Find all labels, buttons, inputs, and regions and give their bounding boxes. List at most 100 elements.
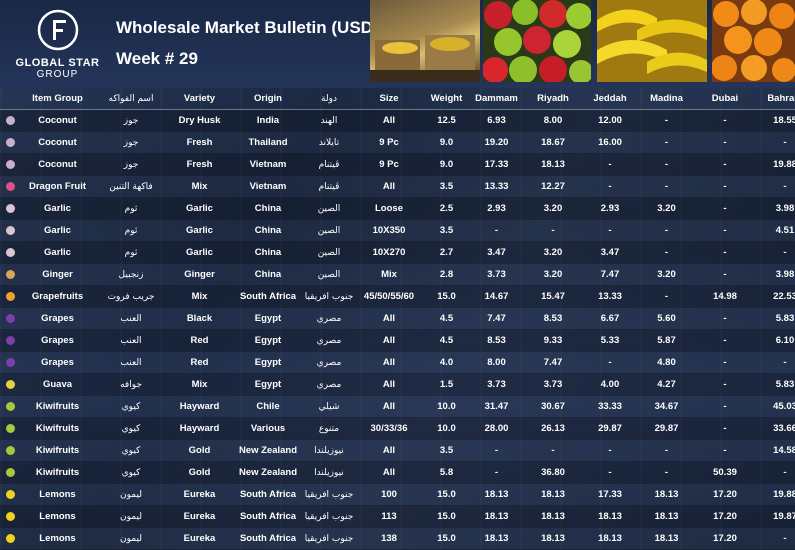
fruit-name-ar: كيوي (95, 439, 167, 462)
header-bahrain: Bahrain (755, 88, 795, 110)
item-group: Lemons (20, 483, 95, 506)
price-dubai: - (695, 417, 755, 440)
size: All (354, 329, 424, 352)
country-ar: جنوب افريقيا (304, 527, 354, 550)
table-row: Lemons ليمون Eureka South Africa جنوب افريقي… (0, 483, 795, 506)
price-madina: - (638, 439, 695, 462)
weight: 9.0 (424, 153, 469, 176)
size: 10X270 (354, 241, 424, 264)
grapes-icon (5, 335, 15, 345)
weight: 3.5 (424, 219, 469, 242)
origin: South Africa (232, 285, 304, 308)
price-jeddah: - (582, 219, 638, 242)
logo-line2: GROUP (36, 69, 79, 80)
price-madina: - (638, 131, 695, 154)
fruit-name-ar: فاكهة التنين (95, 175, 167, 198)
fruit-name-ar: ثوم (95, 241, 167, 264)
kiwi-icon (5, 445, 15, 455)
price-riyadh: 26.13 (524, 417, 582, 440)
item-group: Dragon Fruit (20, 175, 95, 198)
country-ar: مصري (304, 373, 354, 396)
price-dubai: - (695, 109, 755, 132)
table-row: Kiwifruits كيوي Gold New Zealand نيوزيلندا Al… (0, 439, 795, 462)
price-bahrain: 22.53 (755, 285, 795, 308)
header-icon-col (0, 88, 20, 110)
item-group: Coconut (20, 153, 95, 176)
grapes-icon (5, 313, 15, 323)
price-dubai: - (695, 373, 755, 396)
fruit-icon-cell (0, 527, 20, 550)
fruit-name-ar: كيوي (95, 395, 167, 418)
kiwi-icon (5, 423, 15, 433)
origin: Egypt (232, 351, 304, 374)
country-ar: مصري (304, 307, 354, 330)
table-row: Grapefruits جريب فروت Mix South Africa جنوب … (0, 285, 795, 308)
size: 113 (354, 505, 424, 528)
fruit-icon-cell (0, 109, 20, 132)
price-dammam: - (469, 219, 524, 242)
country-ar: مصري (304, 351, 354, 374)
origin: Egypt (232, 307, 304, 330)
globe-logo-icon (37, 9, 78, 51)
price-bahrain: 4.51 (755, 219, 795, 242)
item-group: Kiwifruits (20, 439, 95, 462)
price-jeddah: - (582, 439, 638, 462)
size: 45/50/55/60 (354, 285, 424, 308)
item-group: Guava (20, 373, 95, 396)
country-ar: ڤيتنام (304, 175, 354, 198)
price-dammam: 31.47 (469, 395, 524, 418)
price-madina: - (638, 109, 695, 132)
price-bahrain: 6.10 (755, 329, 795, 352)
fruit-name-ar: زنجبيل (95, 263, 167, 286)
price-jeddah: 4.00 (582, 373, 638, 396)
price-dammam: 8.00 (469, 351, 524, 374)
price-riyadh: 18.13 (524, 483, 582, 506)
fruit-name-ar: جوز (95, 131, 167, 154)
price-bahrain: 33.66 (755, 417, 795, 440)
variety: Mix (167, 373, 232, 396)
item-group: Lemons (20, 505, 95, 528)
price-riyadh: 9.33 (524, 329, 582, 352)
price-dubai: - (695, 263, 755, 286)
country-ar: جنوب افريقيا (304, 285, 354, 308)
variety: Red (167, 329, 232, 352)
weight: 10.0 (424, 417, 469, 440)
price-dubai: - (695, 241, 755, 264)
guava-icon (5, 379, 15, 389)
origin: Thailand (232, 131, 304, 154)
price-dubai: - (695, 439, 755, 462)
lemon-icon (5, 533, 15, 543)
variety: Garlic (167, 219, 232, 242)
fruit-name-ar: جوافه (95, 373, 167, 396)
price-dubai: - (695, 175, 755, 198)
weight: 15.0 (424, 285, 469, 308)
grapes-icon (5, 357, 15, 367)
price-riyadh: 18.13 (524, 505, 582, 528)
price-riyadh: 3.20 (524, 241, 582, 264)
table-row: Kiwifruits كيوي Hayward Chile شيلي All 10.0 31.… (0, 395, 795, 418)
size: 9 Pc (354, 131, 424, 154)
variety: Garlic (167, 197, 232, 220)
price-dubai: - (695, 307, 755, 330)
price-jeddah: 7.47 (582, 263, 638, 286)
fruit-name-ar: ليمون (95, 505, 167, 528)
price-bahrain: 5.83 (755, 307, 795, 330)
size: 10X350 (354, 219, 424, 242)
item-group: Grapes (20, 307, 95, 330)
price-dubai: 50.39 (695, 461, 755, 484)
bulletin-header: GLOBAL STAR GROUP Wholesale Market Bulle… (0, 0, 795, 88)
variety: Gold (167, 439, 232, 462)
fruit-name-ar: جريب فروت (95, 285, 167, 308)
table-row: Grapes العنب Black Egypt مصري All 4.5 7.47 8.53 6… (0, 307, 795, 330)
origin: South Africa (232, 527, 304, 550)
header-variety: Variety (167, 88, 232, 110)
origin: Various (232, 417, 304, 440)
price-dubai: 17.20 (695, 483, 755, 506)
variety: Hayward (167, 395, 232, 418)
header-dubai: Dubai (695, 88, 755, 110)
header-jeddah: Jeddah (582, 88, 638, 110)
price-madina: - (638, 175, 695, 198)
price-jeddah: 29.87 (582, 417, 638, 440)
size: All (354, 461, 424, 484)
country-ar: جنوب افريقيا (304, 505, 354, 528)
